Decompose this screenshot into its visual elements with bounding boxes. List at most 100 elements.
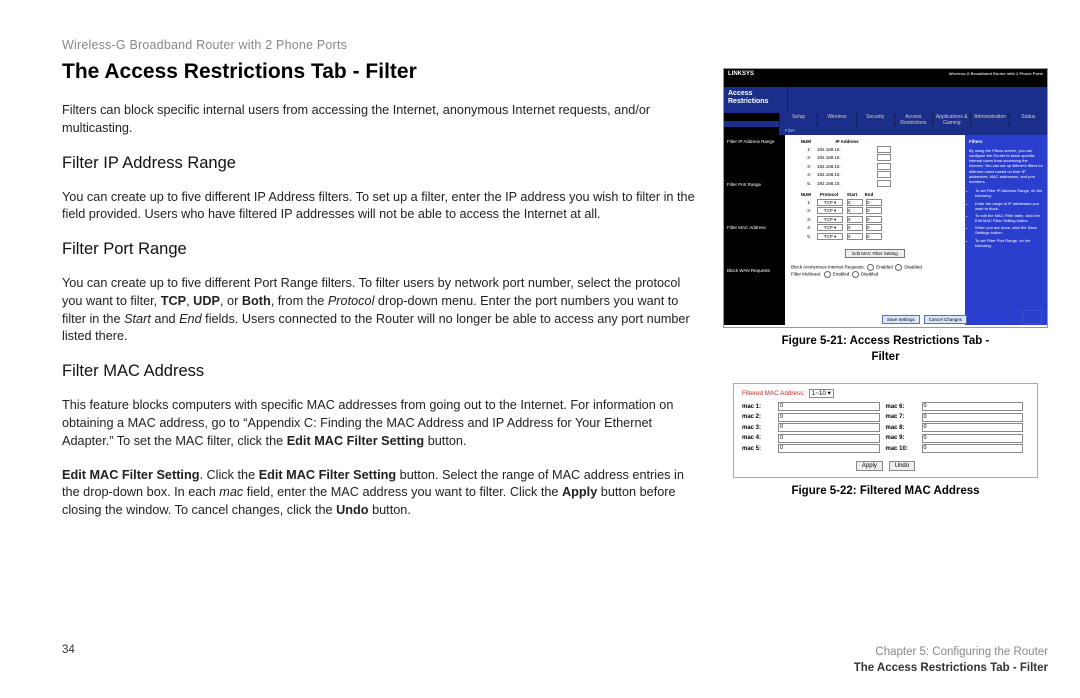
block-wan-row: Block Anonymous Internet Requests: Enabl… <box>791 264 959 271</box>
ip-octet-input[interactable] <box>877 163 891 170</box>
mac-row: mac 10:0 <box>886 444 1030 453</box>
end-port-input[interactable]: 0 <box>866 216 882 223</box>
ip-octet-input[interactable] <box>877 146 891 153</box>
mac-input[interactable]: 0 <box>922 423 1024 432</box>
help-title: Filters <box>969 139 1043 145</box>
help-intro: By using the Filters screen, you can con… <box>969 148 1043 184</box>
footer-section: The Access Restrictions Tab - Filter <box>854 660 1048 676</box>
section-ip-body: You can create up to five different IP A… <box>62 189 702 225</box>
start-port-input[interactable]: 0 <box>847 216 863 223</box>
figure-5-21-screenshot: LINKSYS Wireless-G Broadband Router with… <box>723 68 1048 328</box>
help-bullet: To edit the MAC Filter table, click the … <box>975 213 1043 223</box>
section-mac-body2: Edit MAC Filter Setting. Click the Edit … <box>62 467 702 520</box>
filter-multicast-row: Filter Multicast: Enabled Disabled <box>791 271 959 278</box>
figure-5-21-caption: Figure 5-21: Access Restrictions Tab -Fi… <box>723 334 1048 365</box>
mac-range-select[interactable]: 1~10 ▾ <box>809 389 834 398</box>
ip-filter-row: 3:192.168.15. <box>791 163 959 170</box>
edit-mac-filter-button[interactable]: Edit MAC Filter Setting <box>845 249 905 258</box>
device-name: Wireless-G Broadband Router with 2 Phone… <box>949 71 1043 76</box>
figure-5-22-screenshot: Filtered MAC Address: 1~10 ▾ mac 1:0mac … <box>733 383 1038 478</box>
mac-row: mac 4:0 <box>742 434 886 443</box>
main-tab[interactable]: Security <box>856 113 894 127</box>
protocol-select[interactable]: TCP ▾ <box>817 224 843 231</box>
mac-row: mac 9:0 <box>886 434 1030 443</box>
mac-input[interactable]: 0 <box>778 423 880 432</box>
help-bullet: When you are done, click the Save Settin… <box>975 225 1043 235</box>
section-mac-body1: This feature blocks computers with speci… <box>62 397 702 450</box>
apply-button[interactable]: Apply <box>856 461 883 471</box>
mac-input[interactable]: 0 <box>778 444 880 453</box>
mac-input[interactable]: 0 <box>922 402 1024 411</box>
mac-input[interactable]: 0 <box>778 434 880 443</box>
page-footer: 34 Chapter 5: Configuring the Router The… <box>62 644 1048 676</box>
port-filter-row: 4:TCP ▾00 <box>791 224 959 231</box>
help-bullet: To set Filter Port Range, do the followi… <box>975 238 1043 248</box>
section-ip-title: Filter IP Address Range <box>62 154 702 173</box>
help-bullet: To set Filter IP Address Range, do the f… <box>975 188 1043 198</box>
ip-filter-row: 2:192.168.15. <box>791 154 959 161</box>
mac-row: mac 8:0 <box>886 423 1030 432</box>
figure-5-22-caption: Figure 5-22: Filtered MAC Address <box>723 484 1048 500</box>
mac-input[interactable]: 0 <box>922 434 1024 443</box>
footer-chapter: Chapter 5: Configuring the Router <box>854 644 1048 660</box>
mac-row: mac 7:0 <box>886 413 1030 422</box>
start-port-input[interactable]: 0 <box>847 224 863 231</box>
brand-logo-text: LINKSYS <box>728 71 754 77</box>
protocol-select[interactable]: TCP ▾ <box>817 216 843 223</box>
protocol-select[interactable]: TCP ▾ <box>817 199 843 206</box>
port-filter-row: 2:TCP ▾00 <box>791 207 959 214</box>
left-panel-label: Filter IP Address Range <box>727 139 782 144</box>
main-tab[interactable]: Setup <box>779 113 817 127</box>
start-port-input[interactable]: 0 <box>847 233 863 240</box>
protocol-select[interactable]: TCP ▾ <box>817 207 843 214</box>
port-filter-row: 1:TCP ▾00 <box>791 199 959 206</box>
ip-filter-row: 1:192.168.15. <box>791 146 959 153</box>
mac-row: mac 3:0 <box>742 423 886 432</box>
save-settings-button[interactable]: Save Settings <box>882 315 920 324</box>
ip-octet-input[interactable] <box>877 171 891 178</box>
end-port-input[interactable]: 0 <box>866 224 882 231</box>
mac-input[interactable]: 0 <box>922 413 1024 422</box>
left-panel-label: Filter MAC Address <box>727 225 782 230</box>
mac-row: mac 5:0 <box>742 444 886 453</box>
header-section: Access Restrictions <box>724 87 788 113</box>
cisco-logo-icon <box>1022 310 1042 324</box>
main-tab[interactable]: Administration <box>970 113 1008 127</box>
mac-input[interactable]: 0 <box>778 413 880 422</box>
page-number: 34 <box>62 644 75 656</box>
ip-octet-input[interactable] <box>877 180 891 187</box>
cancel-changes-button[interactable]: Cancel Changes <box>924 315 967 324</box>
left-panel-label: Filter Port Range <box>727 182 782 187</box>
mac-input[interactable]: 0 <box>922 444 1024 453</box>
start-port-input[interactable]: 0 <box>847 207 863 214</box>
ip-filter-row: 5:192.168.15. <box>791 180 959 187</box>
protocol-select[interactable]: TCP ▾ <box>817 233 843 240</box>
section-port-title: Filter Port Range <box>62 240 702 259</box>
page-title: The Access Restrictions Tab - Filter <box>62 60 702 84</box>
intro-paragraph: Filters can block specific internal user… <box>62 102 702 138</box>
section-port-body: You can create up to five different Port… <box>62 275 702 346</box>
ip-filter-row: 4:192.168.15. <box>791 171 959 178</box>
end-port-input[interactable]: 0 <box>866 207 882 214</box>
main-tab[interactable]: Applications & Gaming <box>932 113 970 127</box>
left-panel-label: Block WAN Requests <box>727 268 782 273</box>
ip-octet-input[interactable] <box>877 154 891 161</box>
mac-row: mac 2:0 <box>742 413 886 422</box>
subtab-filter[interactable]: Filter <box>779 127 801 135</box>
section-mac-title: Filter MAC Address <box>62 362 702 381</box>
product-line: Wireless-G Broadband Router with 2 Phone… <box>62 38 702 52</box>
start-port-input[interactable]: 0 <box>847 199 863 206</box>
port-filter-row: 5:TCP ▾00 <box>791 233 959 240</box>
mac-input[interactable]: 0 <box>778 402 880 411</box>
main-tab[interactable]: Status <box>1009 113 1047 127</box>
mac-row: mac 1:0 <box>742 402 886 411</box>
main-tab[interactable]: Access Restrictions <box>894 113 932 127</box>
end-port-input[interactable]: 0 <box>866 199 882 206</box>
mac-row: mac 6:0 <box>886 402 1030 411</box>
filtered-mac-label: Filtered MAC Address: <box>742 390 805 397</box>
end-port-input[interactable]: 0 <box>866 233 882 240</box>
help-bullet: Enter the range of IP addresses you want… <box>975 201 1043 211</box>
main-tab[interactable]: Wireless <box>817 113 855 127</box>
port-filter-row: 3:TCP ▾00 <box>791 216 959 223</box>
undo-button[interactable]: Undo <box>889 461 915 471</box>
